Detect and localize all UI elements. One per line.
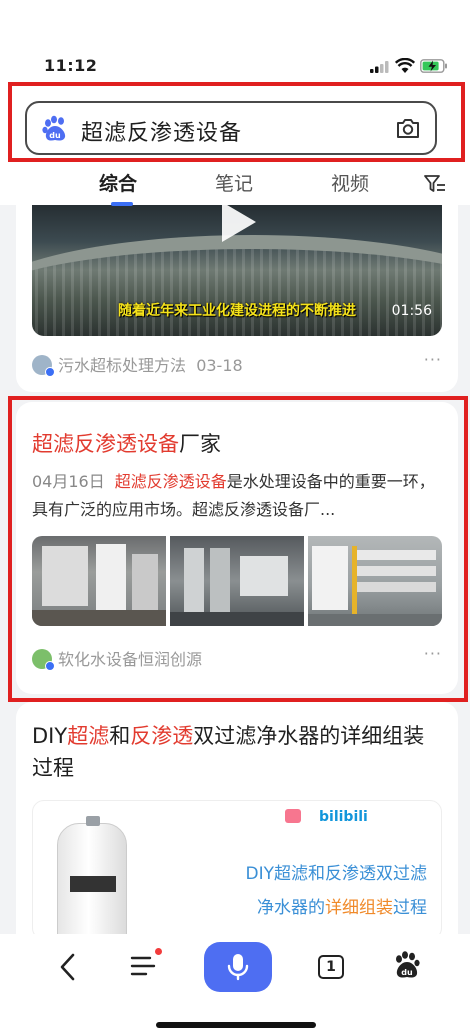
- notification-dot: [155, 948, 162, 955]
- title-highlight: 反渗透: [130, 724, 194, 748]
- cellular-signal-icon: [370, 61, 389, 73]
- home-indicator: [156, 1022, 316, 1028]
- result-meta: 污水超标处理方法 03-18: [32, 352, 243, 377]
- svg-text:du: du: [401, 968, 413, 977]
- brand-label: bilibili: [319, 809, 368, 825]
- result-tabs: 综合 笔记 视频: [0, 165, 470, 206]
- active-tab-indicator: [111, 202, 133, 206]
- avatar: [32, 355, 55, 377]
- source-name[interactable]: 污水超标处理方法: [58, 356, 186, 375]
- title-part: DIY: [32, 724, 68, 748]
- status-time: 11:12: [44, 56, 98, 75]
- title-highlight: 超滤: [67, 724, 110, 748]
- back-icon[interactable]: [58, 952, 78, 982]
- thumbnail-text-line2: 净水器的详细组装过程: [257, 898, 427, 918]
- post-date: 03-18: [196, 356, 243, 375]
- filter-tank-image: [57, 816, 127, 939]
- menu-icon[interactable]: [130, 954, 156, 978]
- battery-charging-icon: [420, 59, 447, 73]
- tab-comprehensive[interactable]: 综合: [99, 169, 137, 196]
- annotation-frame-result: [8, 396, 468, 702]
- title-part: 和: [109, 724, 131, 748]
- video-duration: 01:56: [391, 303, 432, 319]
- status-bar: 11:12: [0, 52, 470, 82]
- bottom-navigation: 1 du: [0, 934, 470, 1032]
- top-header: 11:12 du 超滤反渗透设备 综合 笔记 视频: [0, 0, 470, 206]
- thumbnail-text-line1: DIY超滤和反渗透双过滤: [245, 864, 428, 884]
- verified-badge-icon: [45, 367, 55, 377]
- more-options-icon[interactable]: ···: [424, 350, 442, 369]
- filter-icon[interactable]: [423, 173, 447, 195]
- voice-search-button[interactable]: [204, 942, 272, 992]
- microphone-icon: [227, 954, 249, 981]
- video-thumbnail[interactable]: bilibili DIY超滤和反渗透双过滤 净水器的详细组装过程: [32, 800, 442, 940]
- tab-videos[interactable]: 视频: [331, 169, 369, 196]
- result-card-bilibili[interactable]: DIY超滤和反渗透双过滤净水器的详细组装过程 bilibili DIY超滤和反渗…: [16, 702, 458, 942]
- wifi-icon: [395, 58, 415, 73]
- annotation-frame-search: [8, 82, 465, 162]
- video-thumbnail[interactable]: 随着近年来工业化建设进程的不断推进 01:56: [32, 190, 442, 336]
- tabs-icon[interactable]: 1: [318, 955, 344, 979]
- tab-notes[interactable]: 笔记: [215, 169, 253, 196]
- bilibili-logo-icon: [285, 809, 301, 823]
- result-card-video[interactable]: 随着近年来工业化建设进程的不断推进 01:56 污水超标处理方法 03-18 ·…: [16, 190, 458, 392]
- video-subtitle: 随着近年来工业化建设进程的不断推进: [118, 303, 356, 319]
- result-title[interactable]: DIY超滤和反渗透双过滤净水器的详细组装过程: [32, 720, 442, 784]
- play-icon[interactable]: [222, 202, 256, 242]
- thumbnail-image: [32, 235, 442, 336]
- baidu-paw-icon[interactable]: du: [393, 950, 421, 980]
